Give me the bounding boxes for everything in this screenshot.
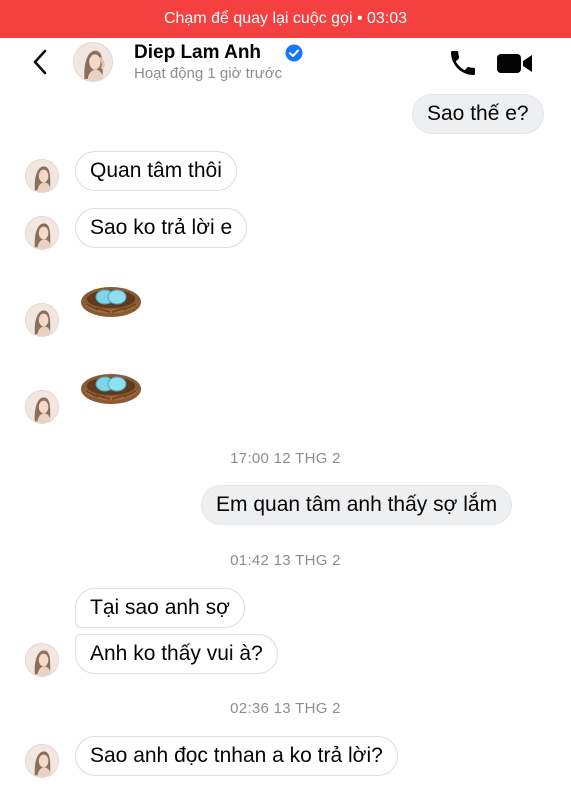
message-bubble-outgoing[interactable]: Em quan tâm anh thấy sợ lắm (201, 485, 513, 525)
message-bubble-incoming[interactable]: Tại sao anh sợ (75, 588, 245, 628)
bird-nest-eggs-sticker-icon[interactable] (78, 369, 144, 409)
video-camera-icon (497, 54, 532, 73)
message-timestamp: 17:00 12 THG 2 (0, 450, 571, 467)
message-timestamp: 02:36 13 THG 2 (0, 700, 571, 717)
active-status: Hoạt động 1 giờ trước (134, 65, 283, 82)
contact-name[interactable]: Diep Lam Anh (134, 42, 261, 64)
return-to-call-text: Chạm để quay lại cuộc gọi • 03:03 (163, 10, 408, 27)
sender-avatar[interactable] (25, 303, 59, 337)
avatar-portrait-icon (26, 217, 58, 249)
sender-avatar[interactable] (25, 390, 59, 424)
message-bubble-incoming[interactable]: Quan tâm thôi (75, 151, 237, 191)
avatar-portrait-icon (74, 43, 112, 81)
message-bubble-incoming[interactable]: Anh ko thấy vui à? (75, 634, 278, 674)
avatar-portrait-icon (26, 304, 58, 336)
phone-icon (451, 51, 475, 75)
return-to-call-banner[interactable]: Chạm để quay lại cuộc gọi • 03:03 (0, 0, 571, 38)
chevron-left-icon (33, 49, 47, 75)
message-bubble-incoming[interactable]: Sao ko trả lời e (75, 208, 248, 248)
timestamp-text: 01:42 13 THG 2 (230, 552, 341, 569)
message-text: Anh ko thấy vui à? (90, 642, 263, 665)
message-text: Sao ko trả lời e (90, 216, 233, 239)
verified-badge-icon (285, 44, 303, 62)
sender-avatar[interactable] (25, 744, 59, 778)
message-timestamp: 01:42 13 THG 2 (0, 552, 571, 569)
message-bubble-outgoing[interactable]: Sao thế e? (412, 94, 544, 134)
back-button[interactable] (26, 46, 54, 78)
message-bubble-incoming[interactable]: Sao anh đọc tnhan a ko trả lời? (75, 736, 398, 776)
message-text: Sao anh đọc tnhan a ko trả lời? (90, 744, 383, 767)
timestamp-text: 17:00 12 THG 2 (230, 450, 341, 467)
avatar-portrait-icon (26, 160, 58, 192)
avatar-portrait-icon (26, 391, 58, 423)
contact-avatar[interactable] (73, 42, 113, 82)
sender-avatar[interactable] (25, 643, 59, 677)
message-text: Sao thế e? (427, 102, 529, 125)
message-text: Tại sao anh sợ (90, 596, 230, 619)
sender-avatar[interactable] (25, 216, 59, 250)
sender-avatar[interactable] (25, 159, 59, 193)
timestamp-text: 02:36 13 THG 2 (230, 700, 341, 717)
chat-header: Diep Lam Anh Hoạt động 1 giờ trước (0, 38, 571, 88)
message-text: Quan tâm thôi (90, 159, 222, 182)
message-text: Em quan tâm anh thấy sợ lắm (216, 493, 498, 516)
avatar-portrait-icon (26, 745, 58, 777)
voice-call-button[interactable] (447, 47, 479, 79)
bird-nest-eggs-sticker-icon[interactable] (78, 282, 144, 322)
video-call-button[interactable] (496, 49, 534, 77)
avatar-portrait-icon (26, 644, 58, 676)
